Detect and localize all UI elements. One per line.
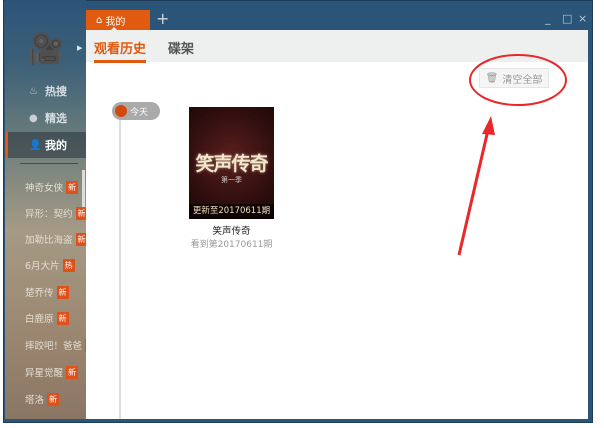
arrow-shaft xyxy=(457,129,490,256)
red-annotation xyxy=(457,54,567,256)
arrow-head-icon xyxy=(482,116,495,135)
highlight-ellipse xyxy=(469,54,567,106)
